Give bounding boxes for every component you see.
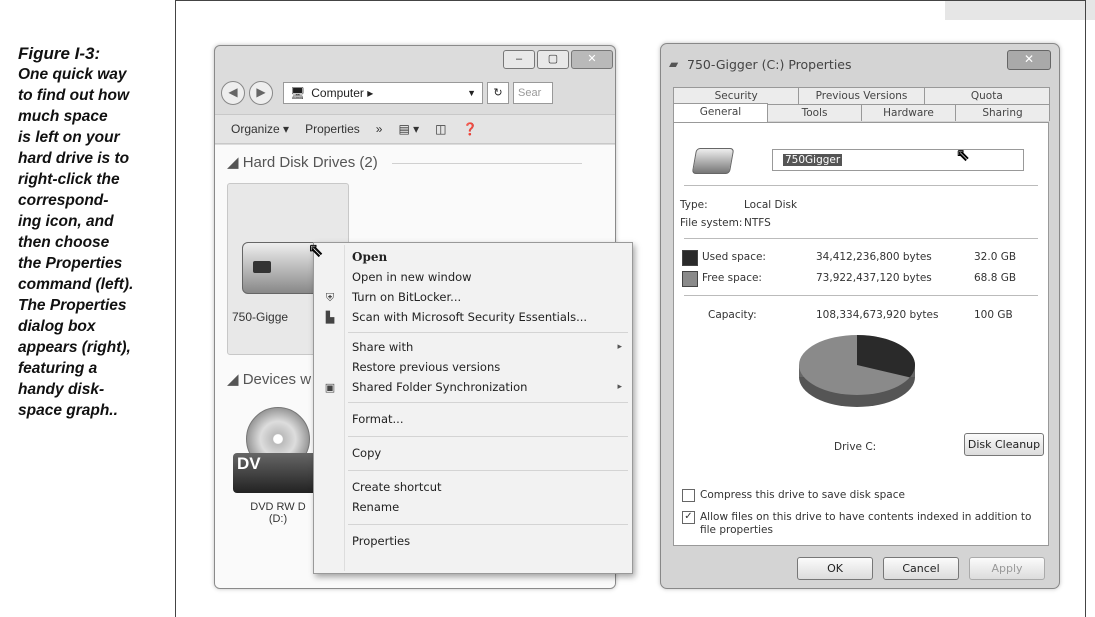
menu-item-rename[interactable]: Rename <box>352 497 622 517</box>
views-icon[interactable]: ▤ ▾ <box>398 122 419 136</box>
menu-separator <box>348 332 628 333</box>
tab-general[interactable]: General <box>673 103 768 122</box>
tab-quota[interactable]: Quota <box>923 87 1050 104</box>
sync-icon: ▣ <box>324 381 336 394</box>
address-row: ◀ ▶ 🖥 Computer ▸ ▼ ↻ Sear <box>221 80 611 106</box>
menu-separator <box>348 524 628 525</box>
apply-button[interactable]: Apply <box>969 557 1045 580</box>
file-system-value: NTFS <box>744 217 771 229</box>
close-button[interactable]: ✕ <box>1007 50 1051 70</box>
security-essentials-icon: ▙ <box>325 311 335 324</box>
submenu-arrow-icon: ▸ <box>617 342 622 352</box>
hard-drive-icon <box>691 148 735 174</box>
ok-button[interactable]: OK <box>797 557 873 580</box>
drive-title-icon: ▰ <box>669 57 679 71</box>
menu-item-copy[interactable]: Copy <box>352 443 622 463</box>
drive-name-input[interactable]: 750Gigger <box>772 149 1024 171</box>
organize-button[interactable]: Organize ▾ <box>231 122 289 136</box>
tab-tools[interactable]: Tools <box>767 104 862 121</box>
capacity-bytes: 108,334,673,920 bytes <box>816 309 939 321</box>
index-label: Allow files on this drive to have conten… <box>700 511 1032 536</box>
cancel-button[interactable]: Cancel <box>883 557 959 580</box>
menu-item-bitlocker[interactable]: Turn on BitLocker... <box>352 287 622 307</box>
tab-security[interactable]: Security <box>673 87 800 104</box>
dvd-drive-label: DVD RW D (D:) <box>250 501 306 525</box>
type-label: Type: <box>680 199 708 211</box>
menu-item-sync[interactable]: Shared Folder Synchronization ▸ <box>352 377 622 397</box>
explorer-toolbar: Organize ▾ Properties » ▤ ▾ ◫ ❓ <box>215 114 615 144</box>
search-input[interactable]: Sear <box>513 82 553 104</box>
disk-cleanup-button[interactable]: Disk Cleanup <box>964 433 1044 456</box>
compress-checkbox[interactable] <box>682 489 695 502</box>
address-breadcrumb: Computer ▸ <box>311 85 374 100</box>
used-space-bytes: 34,412,236,800 bytes <box>816 251 932 263</box>
close-button[interactable]: ✕ <box>571 50 613 69</box>
compress-label: Compress this drive to save disk space <box>700 489 905 501</box>
index-checkbox[interactable]: ✓ <box>682 511 695 524</box>
properties-dialog: ▰ 750-Gigger (C:) Properties ✕ Security … <box>660 43 1060 589</box>
general-panel: 750Gigger ⇖ Type: Local Disk File system… <box>673 122 1049 546</box>
capacity-gb: 100 GB <box>974 309 1013 321</box>
figure-number: Figure I-3: <box>18 44 101 63</box>
menu-item-open-new-window[interactable]: Open in new window <box>352 267 622 287</box>
menu-separator <box>348 470 628 471</box>
capacity-label: Capacity: <box>708 309 757 321</box>
preview-pane-icon[interactable]: ◫ <box>435 122 446 136</box>
help-icon[interactable]: ❓ <box>463 122 478 136</box>
submenu-arrow-icon: ▸ <box>617 382 622 392</box>
used-space-swatch <box>682 250 698 266</box>
context-menu: Open Open in new window ⛨ Turn on BitLoc… <box>313 242 633 574</box>
used-space-gb: 32.0 GB <box>974 251 1017 263</box>
hard-disk-group-header[interactable]: ◢ Hard Disk Drives (2) <box>227 153 582 171</box>
file-system-label: File system: <box>680 217 743 229</box>
shield-icon: ⛨ <box>325 291 335 304</box>
free-space-gb: 68.8 GB <box>974 272 1017 284</box>
figure-caption-text: One quick way to find out how much space… <box>18 66 134 419</box>
free-space-swatch <box>682 271 698 287</box>
free-space-bytes: 73,922,437,120 bytes <box>816 272 932 284</box>
back-icon[interactable]: ◀ <box>221 81 245 105</box>
tab-previous-versions[interactable]: Previous Versions <box>798 87 925 104</box>
menu-item-format[interactable]: Format... <box>352 409 622 429</box>
forward-icon[interactable]: ▶ <box>249 81 273 105</box>
properties-button[interactable]: Properties <box>305 122 360 136</box>
free-space-label: Free space: <box>702 272 762 284</box>
menu-item-open[interactable]: Open <box>352 247 622 267</box>
menu-separator <box>348 436 628 437</box>
tab-sharing[interactable]: Sharing <box>955 104 1050 121</box>
menu-item-create-shortcut[interactable]: Create shortcut <box>352 477 622 497</box>
mouse-cursor-icon: ⇖ <box>307 240 324 261</box>
dialog-tabs: Security Previous Versions Quota General… <box>673 87 1050 122</box>
minimize-button[interactable]: – <box>503 50 535 69</box>
used-space-label: Used space: <box>702 251 766 263</box>
divider <box>684 295 1038 296</box>
dialog-title: 750-Gigger (C:) Properties <box>687 57 852 72</box>
address-bar[interactable]: 🖥 Computer ▸ ▼ <box>283 82 483 104</box>
dvd-drive-icon: DV <box>233 453 319 493</box>
more-button[interactable]: » <box>376 122 383 136</box>
divider <box>684 238 1038 239</box>
disk-usage-pie-chart <box>799 335 915 407</box>
type-value: Local Disk <box>744 199 798 211</box>
computer-icon: 🖥 <box>290 85 306 100</box>
devices-group-header[interactable]: ◢ Devices w <box>227 370 583 388</box>
divider <box>684 185 1038 186</box>
menu-gutter <box>344 245 345 571</box>
drive-c-label: 750-Gigge <box>232 310 289 324</box>
mouse-cursor-icon: ⇖ <box>955 145 970 165</box>
menu-item-scan[interactable]: Scan with Microsoft Security Essentials.… <box>352 307 622 327</box>
dvd-drive-item[interactable]: DV DVD RW D (D:) <box>233 407 323 525</box>
refresh-icon[interactable]: ↻ <box>487 82 509 104</box>
figure-caption: Figure I-3: One quick way to find out ho… <box>18 43 178 421</box>
menu-item-share-with[interactable]: Share with ▸ <box>352 337 622 357</box>
maximize-button[interactable]: ▢ <box>537 50 569 69</box>
drive-label: Drive C: <box>834 441 877 453</box>
menu-separator <box>348 402 628 403</box>
chevron-down-icon[interactable]: ▼ <box>467 83 476 104</box>
tab-hardware[interactable]: Hardware <box>861 104 956 121</box>
window-controls: – ▢ ✕ <box>503 50 613 69</box>
menu-item-properties[interactable]: Properties <box>352 531 622 551</box>
menu-item-restore[interactable]: Restore previous versions <box>352 357 622 377</box>
